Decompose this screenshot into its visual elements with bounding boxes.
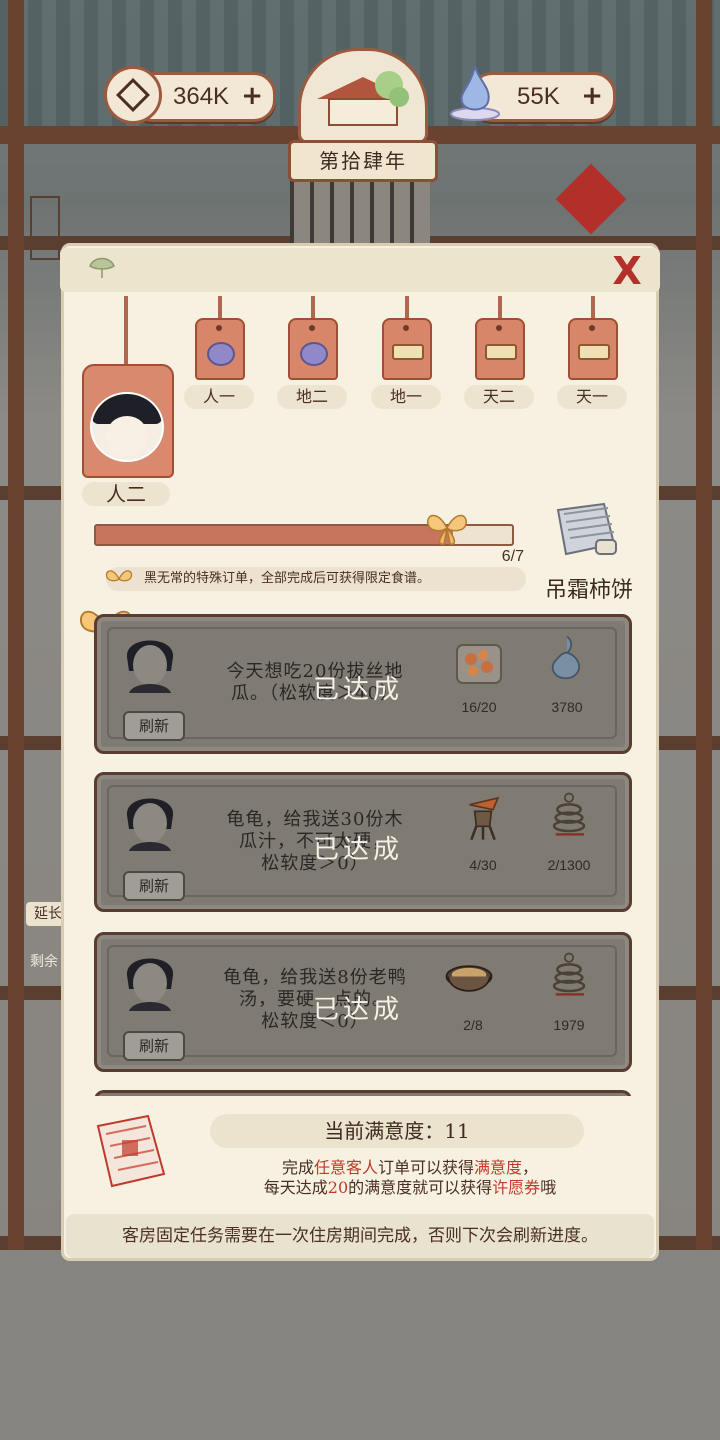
guest-tag-5[interactable]	[568, 318, 618, 380]
guest-tag-1[interactable]	[195, 318, 245, 380]
coin-string-icon	[552, 952, 586, 996]
guest-avatar	[90, 392, 164, 462]
request-line: 龟龟，给我送30份木	[226, 809, 404, 830]
dish-count: 4/30	[469, 857, 497, 873]
completed-status: 已达成	[312, 675, 403, 705]
guest-portrait-icon	[126, 798, 174, 851]
hint-text: 黑无常的特殊订单，全部完成后可获得限定食谱。	[144, 571, 431, 586]
guest-tag-label: 地二	[277, 385, 347, 409]
highlight-text: 20	[327, 1178, 349, 1197]
guest-tag-4[interactable]	[475, 318, 525, 380]
progress-fill	[96, 526, 453, 544]
ingot-plaque-icon	[392, 344, 424, 360]
spirit-value: 55K	[517, 83, 560, 110]
ingot-plaque-icon	[485, 344, 517, 360]
spirit-gourd-icon	[551, 635, 580, 680]
text-span: 的满意度就可以获得	[348, 1178, 493, 1197]
papaya-juice-icon	[469, 796, 500, 841]
text-span: 每天达成	[263, 1178, 328, 1197]
tag-string	[218, 296, 222, 320]
close-icon[interactable]: X	[608, 252, 646, 290]
reward-value: 1979	[553, 1017, 585, 1033]
add-coins-button[interactable]: +	[241, 83, 263, 109]
remain-label: 剩余	[30, 954, 58, 970]
completed-status: 已达成	[312, 835, 403, 865]
order-card: 刷新 龟龟，给我送30份木 瓜汁，不可太硬， 松软度＞0） 已达成 4/30 2…	[94, 772, 632, 912]
dish-count: 16/20	[461, 699, 497, 715]
year-label: 第拾肆年	[288, 140, 438, 182]
reward-value: 3780	[551, 699, 583, 715]
completed-status: 已达成	[312, 995, 403, 1025]
butterfly-icon	[105, 570, 133, 582]
tag-string	[311, 296, 315, 320]
panel-header	[60, 248, 660, 292]
right-pillar	[696, 0, 712, 1250]
spirit-flame-icon	[450, 65, 500, 121]
dish-count: 2/8	[463, 1017, 483, 1033]
ingot-plaque-icon	[578, 344, 610, 360]
sweet-potato-dish-icon	[456, 644, 502, 684]
request-line: 龟龟，给我送8份老鸭	[223, 967, 407, 988]
progress-text: 6/7	[501, 548, 524, 565]
order-card: 刷新 龟龟，给我送8份老鸭 汤，要硬一点的。 松软度＜0） 已达成 2/8 19…	[94, 932, 632, 1072]
guest-tag-2[interactable]	[288, 318, 338, 380]
coin-string-icon	[552, 792, 586, 836]
order-card: 刷新 今天想吃20份拔丝地 瓜。（松软度＞40） 已达成 16/20 3780	[94, 614, 632, 754]
satisfaction-title: 当前满意度：11	[210, 1114, 584, 1148]
guest-tag-label: 人一	[184, 385, 254, 409]
floor	[0, 1250, 720, 1440]
year-emblem-icon	[298, 48, 428, 144]
recipe-scroll-icon[interactable]	[552, 500, 620, 562]
current-guest-label: 人二	[82, 482, 170, 506]
coin-icon	[104, 66, 162, 124]
text-span: 哦	[540, 1178, 557, 1197]
hint-banner: 黑无常的特殊订单，全部完成后可获得限定食谱。	[106, 567, 526, 591]
tag-string	[405, 296, 409, 320]
guest-tag-label: 地一	[371, 385, 441, 409]
tag-string	[591, 296, 595, 320]
guest-portrait-icon	[126, 958, 174, 1011]
coin-value: 364K	[173, 83, 230, 110]
bottom-note: 客房固定任务需要在一次住房期间完成，否则下次会刷新进度。	[66, 1214, 654, 1258]
wish-ticket-icon	[96, 1114, 166, 1188]
guest-tag-label: 天一	[557, 385, 627, 409]
refresh-button[interactable]: 刷新	[123, 871, 185, 901]
refresh-button[interactable]: 刷新	[123, 1031, 185, 1061]
purple-bun-icon	[300, 342, 328, 366]
satisfaction-line-2: 每天达成20的满意度就可以获得许愿券哦	[200, 1174, 620, 1198]
refresh-button[interactable]: 刷新	[123, 711, 185, 741]
wardrobe	[30, 196, 60, 260]
highlight-text: 许愿券	[492, 1178, 541, 1197]
butterfly-icon	[427, 514, 467, 545]
guest-tag-3[interactable]	[382, 318, 432, 380]
reward-value: 2/1300	[547, 857, 591, 873]
tag-string	[498, 296, 502, 320]
duck-soup-icon	[445, 965, 493, 992]
guest-portrait-icon	[126, 640, 174, 693]
ginkgo-leaf-icon	[89, 257, 115, 278]
add-spirit-button[interactable]: +	[581, 83, 603, 109]
reward-recipe-name: 吊霜柿饼	[544, 578, 633, 603]
guest-tag-label: 天二	[464, 385, 534, 409]
purple-bun-icon	[207, 342, 235, 366]
tag-string	[124, 296, 128, 366]
left-pillar	[8, 0, 24, 1250]
